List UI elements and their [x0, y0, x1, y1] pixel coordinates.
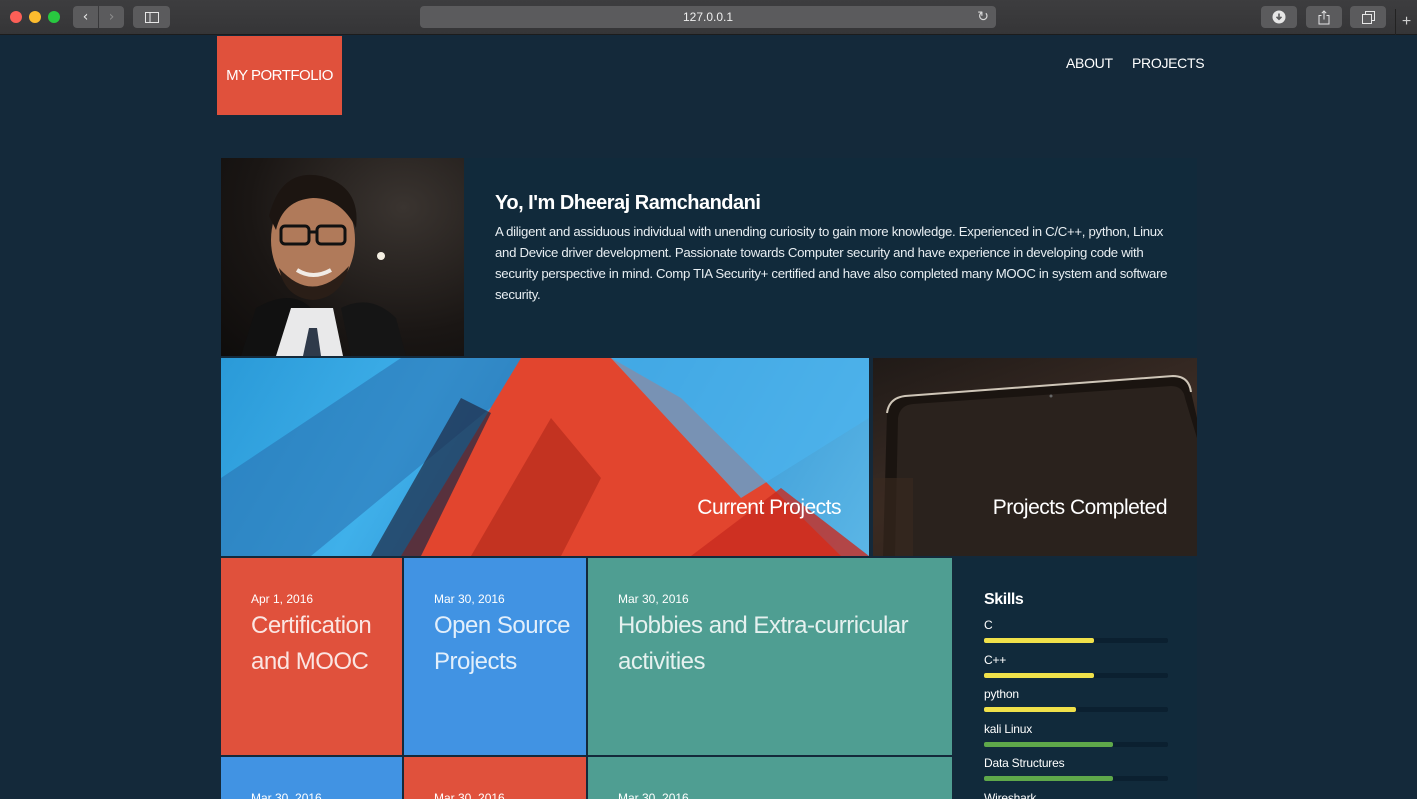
skills-title: Skills	[984, 591, 1024, 608]
skill-bar-track	[984, 776, 1168, 781]
skill-item: C++	[984, 653, 1168, 678]
share-icon[interactable]	[1306, 6, 1342, 28]
minimize-window-button[interactable]	[29, 11, 41, 23]
profile-photo	[221, 158, 464, 356]
nav-about[interactable]: ABOUT	[1066, 55, 1113, 71]
tabs-icon[interactable]	[1350, 6, 1386, 28]
post-date: Mar 30, 2016	[618, 791, 689, 799]
sidebar-icon[interactable]	[133, 6, 170, 28]
post-tile[interactable]: Mar 30, 2016	[404, 757, 586, 799]
intro-title: Yo, I'm Dheeraj Ramchandani	[495, 192, 761, 214]
projects-completed-label: Projects Completed	[992, 496, 1168, 519]
skill-bar-track	[984, 741, 1168, 747]
post-date: Mar 30, 2016	[434, 592, 505, 606]
post-tile[interactable]: Mar 30, 2016	[588, 757, 952, 799]
address-bar[interactable]: 127.0.0.1 ↻	[420, 6, 996, 28]
skill-bar-fill	[984, 776, 1113, 781]
post-tile[interactable]: Apr 1, 2016 Certification and MOOC	[221, 558, 402, 755]
skill-name: python	[984, 687, 1019, 701]
skill-item: Wireshark	[984, 791, 1168, 799]
intro-text: A diligent and assiduous individual with…	[495, 224, 1168, 302]
skill-item: python	[984, 687, 1168, 712]
back-icon[interactable]: ‹	[73, 6, 98, 28]
skill-name: C++	[984, 652, 1007, 667]
forward-icon[interactable]: ›	[99, 6, 124, 28]
skill-item: Data Structures	[984, 756, 1168, 781]
current-projects-tile[interactable]: Current Projects	[221, 358, 869, 556]
logo-text: MY PORTFOLIO	[226, 67, 333, 84]
site-logo[interactable]: MY PORTFOLIO	[217, 36, 342, 115]
post-date: Mar 30, 2016	[618, 592, 689, 606]
projects-completed-tile[interactable]: Projects Completed	[873, 358, 1197, 556]
post-tile[interactable]: Mar 30, 2016	[221, 757, 402, 799]
new-tab-icon[interactable]: +	[1395, 9, 1417, 35]
intro-card: Yo, I'm Dheeraj Ramchandani A diligent a…	[221, 158, 1197, 356]
skill-name: Wireshark	[984, 790, 1037, 799]
post-date: Apr 1, 2016	[251, 592, 314, 606]
current-projects-label: Current Projects	[697, 496, 841, 519]
reload-icon[interactable]: ↻	[977, 6, 989, 28]
url-text: 127.0.0.1	[682, 10, 734, 24]
post-tile[interactable]: Mar 30, 2016 Open Source Projects	[404, 558, 586, 755]
skill-name: C	[984, 618, 993, 632]
post-date: Mar 30, 2016	[251, 791, 322, 799]
skill-bar-fill	[984, 672, 1095, 678]
zoom-window-button[interactable]	[48, 11, 60, 23]
skill-bar-fill	[984, 638, 1095, 643]
skill-item: C	[984, 618, 1168, 643]
post-title[interactable]: Hobbies and Extra-curricular activities	[618, 608, 918, 679]
skill-name: Data Structures	[984, 756, 1065, 770]
skills-panel: Skills C C++ python kali Linux Data Structur…	[954, 558, 1197, 799]
skill-bar-fill	[984, 707, 1076, 712]
skill-bar-track	[984, 672, 1168, 678]
skill-bar-fill	[984, 741, 1113, 747]
nav-projects[interactable]: PROJECTS	[1132, 55, 1205, 71]
post-title[interactable]: Certification and MOOC	[251, 608, 391, 679]
skill-item: kali Linux	[984, 722, 1168, 747]
post-date: Mar 30, 2016	[434, 791, 505, 799]
skill-bar-track	[984, 638, 1168, 643]
close-window-button[interactable]	[10, 11, 22, 23]
skill-bar-track	[984, 707, 1168, 712]
download-icon[interactable]	[1261, 6, 1297, 28]
skill-name: kali Linux	[984, 721, 1033, 736]
post-title[interactable]: Open Source Projects	[434, 608, 574, 679]
browser-toolbar: ‹ › 127.0.0.1 ↻ +	[0, 0, 1417, 35]
post-tile[interactable]: Mar 30, 2016 Hobbies and Extra-curricula…	[588, 558, 952, 755]
